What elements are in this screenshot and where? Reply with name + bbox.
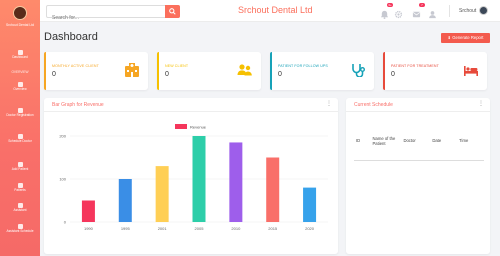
y-tick-label: 200 [59, 134, 66, 139]
top-header: Srchout Dental Ltd 3+ 7 Srchout [40, 0, 500, 24]
bar-2020 [303, 187, 317, 222]
column-header-patient-name: Name of the Patient [372, 135, 396, 146]
bar-1995 [118, 179, 132, 222]
x-tick-label: 2010 [231, 226, 241, 231]
x-tick-label: 2001 [158, 226, 168, 231]
bar-2015 [266, 157, 280, 222]
card-value: 0 [391, 71, 395, 78]
sidebar-item-label: Dashboard [12, 55, 28, 59]
bar-2005 [192, 136, 206, 222]
header-divider [449, 5, 450, 17]
stat-card-patient-for-treatment: PATIENT FOR TREATMENT 0 [383, 52, 487, 90]
schedule-table: ID Name of the Patient Doctor Date Time [354, 122, 484, 161]
bell-icon [380, 10, 389, 19]
sidebar-brand-name: Srchout Dental Ltd [5, 23, 35, 27]
card-accent-bar [44, 52, 46, 90]
messages-button[interactable]: 7 [412, 3, 425, 18]
sidebar-item-label: Assistant Schedule [6, 229, 34, 233]
card-value: 0 [278, 71, 282, 78]
search-box [46, 5, 180, 24]
x-tick-label: 1990 [84, 226, 94, 231]
search-input[interactable] [47, 12, 163, 24]
column-header-time: Time [459, 138, 469, 144]
card-value: 0 [165, 71, 169, 78]
users-icon [237, 64, 252, 76]
x-tick-label: 2020 [305, 226, 315, 231]
sidebar-item-label: Overview [13, 87, 27, 91]
card-accent-bar [157, 52, 159, 90]
avatar[interactable] [479, 6, 488, 15]
sidebar: Srchout Dental Ltd Dashboard OVERVIEW Ov… [0, 0, 40, 256]
sidebar-item-schedule-doctor[interactable]: Schedule Doctor [0, 134, 40, 144]
revenue-panel-header: Bar Graph for Revenue ⋮ [44, 98, 338, 112]
bed-icon [464, 66, 478, 76]
schedule-panel: Current Schedule ⋮ ID Name of the Patien… [346, 98, 490, 254]
sidebar-item-patients[interactable]: Patients [0, 183, 40, 193]
schedule-panel-title: Current Schedule [354, 102, 393, 108]
envelope-icon [412, 11, 421, 18]
notification-button[interactable]: 3+ [380, 3, 393, 19]
sidebar-section-label: OVERVIEW [11, 70, 29, 74]
sidebar-item-label: Doctor Registration [6, 113, 34, 117]
card-accent-bar [383, 52, 385, 90]
search-button[interactable] [165, 5, 180, 18]
schedule-table-header-row: ID Name of the Patient Doctor Date Time [354, 122, 484, 160]
revenue-bar-chart: 0 100 200 Revenue 1990 1995 2001 2005 2010 2015 20… [59, 124, 328, 231]
card-label: PATIENT FOR TREATMENT [391, 64, 439, 68]
stat-card-monthly-active-client: MONTHLY ACTIVE CLIENT 0 [44, 52, 148, 90]
card-label: NEW CLIENT [165, 64, 189, 68]
sidebar-item-overview[interactable]: Overview [0, 82, 40, 92]
sidebar-item-doctor-registration[interactable]: Doctor Registration [0, 108, 40, 118]
generate-report-label: Generate Report [452, 35, 484, 40]
notification-count-badge: 3+ [387, 3, 393, 7]
column-header-id: ID [356, 138, 361, 144]
column-header-date: Date [432, 138, 442, 144]
x-tick-label: 1995 [121, 226, 131, 231]
x-tick-label: 2005 [195, 226, 205, 231]
user-icon [429, 11, 436, 19]
card-accent-bar [270, 52, 272, 90]
app-title: Srchout Dental Ltd [238, 5, 313, 15]
search-icon [169, 8, 176, 15]
schedule-panel-header: Current Schedule ⋮ [346, 98, 490, 112]
sidebar-item-assistant-schedule[interactable]: Assistant Schedule [0, 224, 40, 234]
sidebar-item-label: Schedule Doctor [8, 139, 32, 143]
sidebar-item-add-patient[interactable]: Add Patient [0, 162, 40, 172]
settings-button[interactable] [394, 6, 403, 19]
download-icon: ⬇ [447, 35, 452, 40]
bar-1990 [81, 200, 95, 222]
more-options-icon[interactable]: ⋮ [478, 101, 484, 107]
card-value: 0 [52, 71, 56, 78]
stat-card-patient-follow-ups: PATIENT FOR FOLLOW UPS 0 [270, 52, 374, 90]
brand-logo[interactable] [13, 6, 27, 20]
bar-2001 [155, 166, 169, 222]
sidebar-item-label: Add Patient [11, 167, 29, 171]
hospital-icon [125, 63, 139, 77]
profile-button[interactable] [428, 6, 437, 19]
sidebar-item-label: Patients [14, 188, 26, 192]
revenue-panel: Bar Graph for Revenue ⋮ 0 100 200 Revenue 19… [44, 98, 338, 254]
message-count-badge: 7 [419, 3, 425, 7]
y-tick-label: 0 [64, 220, 67, 225]
column-header-doctor: Doctor [403, 138, 416, 144]
y-tick-label: 100 [59, 177, 66, 182]
stat-card-new-client: NEW CLIENT 0 [157, 52, 261, 90]
sidebar-item-assistant[interactable]: Assistant [0, 203, 40, 213]
more-options-icon[interactable]: ⋮ [326, 101, 332, 107]
sidebar-item-label: Assistant [13, 208, 27, 212]
card-label: MONTHLY ACTIVE CLIENT [52, 64, 99, 68]
gear-icon [394, 10, 403, 19]
stethoscope-icon [352, 64, 365, 77]
legend-swatch [175, 124, 187, 129]
legend-label: Revenue [190, 124, 207, 129]
card-label: PATIENT FOR FOLLOW UPS [278, 64, 328, 68]
bar-2010 [229, 142, 243, 222]
user-name[interactable]: Srchout [459, 8, 476, 14]
generate-report-button[interactable]: ⬇ Generate Report [441, 33, 490, 43]
revenue-panel-title: Bar Graph for Revenue [52, 102, 104, 108]
sidebar-item-dashboard[interactable]: Dashboard [0, 50, 40, 60]
x-tick-label: 2015 [268, 226, 278, 231]
page-title: Dashboard [44, 31, 98, 43]
